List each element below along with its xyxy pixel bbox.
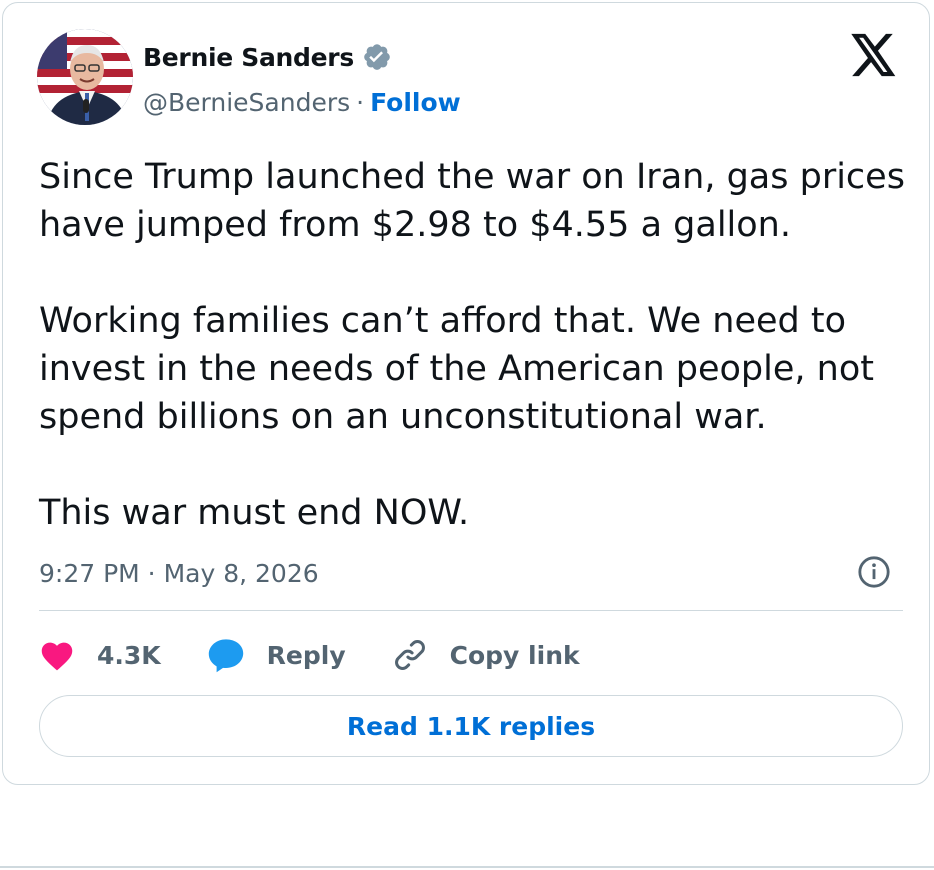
x-logo-icon[interactable] (851, 33, 897, 77)
read-replies-button[interactable]: Read 1.1K replies (39, 695, 903, 757)
copy-link-label: Copy link (449, 640, 580, 670)
action-bar: 4.3K Reply Copy link (39, 633, 626, 677)
separator-dot: · (356, 87, 365, 117)
speech-bubble-icon (207, 637, 245, 673)
verified-badge-icon (362, 42, 392, 72)
info-icon[interactable] (857, 555, 891, 589)
tweet-card: Bernie Sanders @BernieSanders · Follow S… (2, 2, 930, 785)
author-handle-row: @BernieSanders · Follow (143, 85, 461, 119)
reply-label: Reply (266, 640, 346, 670)
follow-button[interactable]: Follow (370, 88, 461, 117)
avatar[interactable] (37, 29, 133, 125)
tweet-paragraph: This war must end NOW. (39, 493, 470, 533)
link-icon (392, 637, 428, 673)
tweet-timestamp[interactable]: 9:27 PM · May 8, 2026 (39, 555, 319, 591)
tweet-paragraph: Since Trump launched the war on Iran, ga… (39, 157, 905, 245)
avatar-photo (37, 29, 133, 125)
author-name-row: Bernie Sanders (143, 39, 392, 75)
tweet-paragraph: Working families can’t afford that. We n… (39, 301, 874, 437)
author-handle[interactable]: @BernieSanders (143, 88, 350, 117)
heart-icon (39, 639, 75, 671)
like-button[interactable]: 4.3K (39, 639, 161, 671)
bottom-divider (0, 866, 934, 868)
reply-button[interactable]: Reply (207, 637, 346, 673)
divider (39, 610, 903, 611)
copy-link-button[interactable]: Copy link (392, 637, 580, 673)
tweet-text: Since Trump launched the war on Iran, ga… (39, 153, 919, 537)
author-name[interactable]: Bernie Sanders (143, 43, 354, 72)
like-count: 4.3K (97, 640, 161, 670)
